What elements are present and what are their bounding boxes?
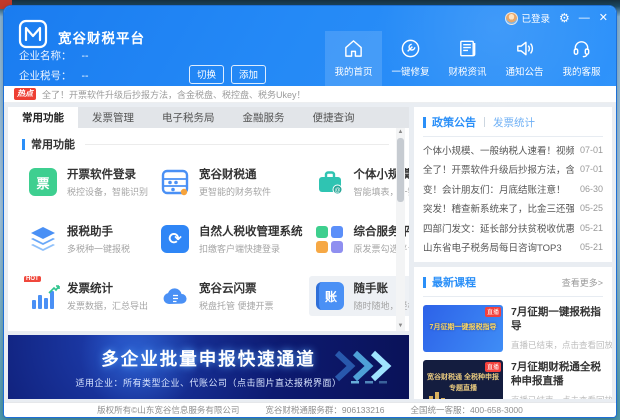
- hot-news-text[interactable]: 全了！开票软件升级后抄报方法，含金税盘、税控盘、税务Ukey！: [42, 88, 306, 101]
- company-name-label: 企业名称：: [19, 50, 72, 62]
- courses-card: 最新课程 查看更多> 直播 7月征期一键报税指导 7月征期一键报税指导 直播已结…: [414, 267, 612, 399]
- hot-badge: 热点: [14, 88, 36, 100]
- course-item[interactable]: 直播 宽谷财税通 全税种申报专题直播 7月征期财税通全税种申报直播 直播已结束，…: [423, 360, 603, 399]
- support-headset-icon: [571, 38, 592, 59]
- home-icon: [343, 38, 364, 59]
- nav-item-repair[interactable]: 一键修复: [382, 31, 439, 86]
- settings-gear-icon[interactable]: ⚙: [559, 12, 570, 24]
- company-tax-label: 企业税号：: [19, 70, 72, 82]
- svg-text:@: @: [334, 188, 340, 194]
- grid-item-invoice-statistics[interactable]: HOT 发票统计发票数据，汇总导出: [22, 276, 154, 316]
- tab-etax-bureau[interactable]: 电子税务局: [148, 107, 229, 128]
- briefcase-icon: @: [316, 168, 344, 196]
- card-divider: [423, 136, 603, 137]
- news-item[interactable]: 山东省电子税务局每日咨询TOP305-21: [423, 238, 603, 258]
- grid-item-comprehensive-service-platform[interactable]: 综合服务平台登录原发票勾选平台: [309, 219, 409, 259]
- view-more-link[interactable]: 查看更多>: [562, 276, 603, 289]
- cloud-icon: [161, 282, 189, 310]
- news-item[interactable]: 四部门发文：延长部分扶贫税收优惠政策执行..05-21: [423, 218, 603, 238]
- minimize-button[interactable]: —: [579, 13, 590, 24]
- up-arrow-icon: [48, 283, 60, 295]
- scroll-up-arrow[interactable]: ▲: [398, 128, 404, 137]
- top-nav: 我的首页 一键修复 财税资讯 通知公告 我的客服: [325, 31, 610, 86]
- nav-item-support[interactable]: 我的客服: [553, 31, 610, 86]
- section-divider: [85, 144, 389, 145]
- company-name-row: 企业名称： --: [19, 48, 89, 63]
- panel-scrollbar[interactable]: ▲ ▼: [396, 128, 405, 331]
- scrollbar-thumb[interactable]: [397, 138, 404, 202]
- nav-item-home[interactable]: 我的首页: [325, 31, 382, 86]
- banner-arrows-icon: [333, 347, 399, 385]
- tab-invoice-management[interactable]: 发票管理: [78, 107, 148, 128]
- course-thumbnail: 直播 7月征期一键报税指导: [423, 305, 503, 352]
- ticket-icon: 票: [29, 168, 57, 196]
- scroll-down-arrow[interactable]: ▼: [398, 322, 404, 331]
- live-badge: 直播: [485, 307, 501, 317]
- candles-decoration: [429, 392, 445, 399]
- tab-quick-query[interactable]: 便捷查询: [299, 107, 369, 128]
- nav-item-announcement[interactable]: 通知公告: [496, 31, 553, 86]
- grid-item-cloud-flash-invoice[interactable]: 宽谷云闪票税盘托管 便捷开票: [154, 276, 309, 316]
- news-icon: [457, 38, 478, 59]
- repair-icon: [400, 38, 421, 59]
- hot-news-bar: 热点 全了！开票软件升级后抄报方法，含金税盘、税控盘、税务Ukey！: [4, 86, 616, 103]
- banner-title: 多企业批量申报快速通道: [101, 346, 316, 371]
- login-label: 已登录: [522, 11, 551, 25]
- sync-icon: ⟳: [161, 225, 189, 253]
- app-window: 已登录 ⚙ — ✕ 宽谷财税平台 企业名称： -- 企业税号： -- 切换 添加 我…: [4, 6, 616, 417]
- section-accent-bar: [22, 139, 25, 150]
- news-item[interactable]: 变！会计朋友们：月底结账注意！06-30: [423, 179, 603, 199]
- service-group-text: 宽谷财税通服务群：906133216: [265, 404, 384, 416]
- layers-icon: [29, 225, 57, 253]
- grid-item-tax-filing-assistant[interactable]: 报税助手多税种一键报税: [22, 219, 154, 259]
- policy-card: 政策公告 发票统计 个体小规模、一般纳税人速看！视频版报税教..07-01 全了…: [414, 107, 612, 262]
- live-badge: 直播: [485, 362, 501, 372]
- function-grid: 票 开票软件登录税控设备，智能识别 宽谷财税通更智能的财务软件 @ 个体小: [22, 162, 389, 316]
- function-tabs: 常用功能 发票管理 电子税务局 金融服务 便捷查询: [8, 107, 409, 128]
- course-thumbnail: 直播 宽谷财税通 全税种申报专题直播: [423, 360, 503, 399]
- tab-finance-services[interactable]: 金融服务: [229, 107, 299, 128]
- grid-item-natural-person-tax-system[interactable]: ⟳ 自然人税收管理系统扣缴客户端快捷登录: [154, 219, 309, 259]
- hotline-text: 全国统一客服：400-658-3000: [410, 404, 522, 416]
- courses-accent-bar: [423, 277, 426, 288]
- announcement-icon: [514, 38, 535, 59]
- courses-title: 最新课程: [432, 274, 476, 290]
- tab-invoice-statistics[interactable]: 发票统计: [493, 115, 535, 130]
- grid-item-handy-ledger[interactable]: 账 随手账随时随地，轻松记账: [309, 276, 409, 316]
- copyright-text: 版权所有©山东宽谷信息服务有限公司: [97, 404, 239, 416]
- company-tax-value: --: [82, 70, 89, 82]
- company-name-value: --: [82, 50, 89, 62]
- status-bar: 版权所有©山东宽谷信息服务有限公司 宽谷财税通服务群：906133216 全国统…: [4, 402, 616, 417]
- login-status[interactable]: 已登录: [505, 11, 551, 25]
- tab-common-functions[interactable]: 常用功能: [8, 107, 78, 128]
- title-bar: 已登录 ⚙ — ✕ 宽谷财税平台 企业名称： -- 企业税号： -- 切换 添加 我…: [4, 6, 616, 86]
- company-tax-row: 企业税号： --: [19, 68, 89, 83]
- news-item[interactable]: 突发！稽查新系统来了，比金三还强大！今天..05-25: [423, 199, 603, 219]
- app-logo-icon: [18, 19, 48, 49]
- hot-tag-badge: HOT: [24, 276, 41, 282]
- tab-separator: [484, 117, 485, 127]
- close-button[interactable]: ✕: [599, 13, 608, 24]
- grid-item-individual-small-scale-filing[interactable]: @ 个体小规模申报智能填表，一键报税: [309, 162, 409, 202]
- abacus-icon: [161, 168, 189, 196]
- grid-item-kuangu-caishuitong[interactable]: 宽谷财税通更智能的财务软件: [154, 162, 309, 202]
- nav-item-news[interactable]: 财税资讯: [439, 31, 496, 86]
- ledger-book-icon: 账: [316, 282, 344, 310]
- news-item[interactable]: 个体小规模、一般纳税人速看！视频版报税教..07-01: [423, 140, 603, 160]
- card-divider: [423, 296, 603, 297]
- course-item[interactable]: 直播 7月征期一键报税指导 7月征期一键报税指导 直播已结束，点击查看回放: [423, 305, 603, 352]
- section-title: 常用功能: [31, 136, 75, 152]
- grid-item-invoice-software-login[interactable]: 票 开票软件登录税控设备，智能识别: [22, 162, 154, 202]
- add-company-button[interactable]: 添加: [231, 65, 266, 84]
- function-panel: 常用功能 票 开票软件登录税控设备，智能识别 宽谷财税通更智能的财务软件: [8, 128, 409, 331]
- banner-subtitle: 适用企业：所有类型企业、代账公司（点击图片直达报税界面）: [75, 376, 341, 389]
- news-item[interactable]: 全了！开票软件升级后抄报方法，含金税盘、..07-01: [423, 160, 603, 180]
- promo-banner[interactable]: 多企业批量申报快速通道 适用企业：所有类型企业、代账公司（点击图片直达报税界面）: [8, 335, 409, 399]
- app-title: 宽谷财税平台: [58, 27, 145, 47]
- quad-squares-icon: [316, 226, 343, 253]
- policy-accent-bar: [423, 117, 426, 128]
- switch-company-button[interactable]: 切换: [189, 65, 224, 84]
- avatar: [505, 12, 518, 25]
- tab-policy-announcements[interactable]: 政策公告: [432, 114, 476, 130]
